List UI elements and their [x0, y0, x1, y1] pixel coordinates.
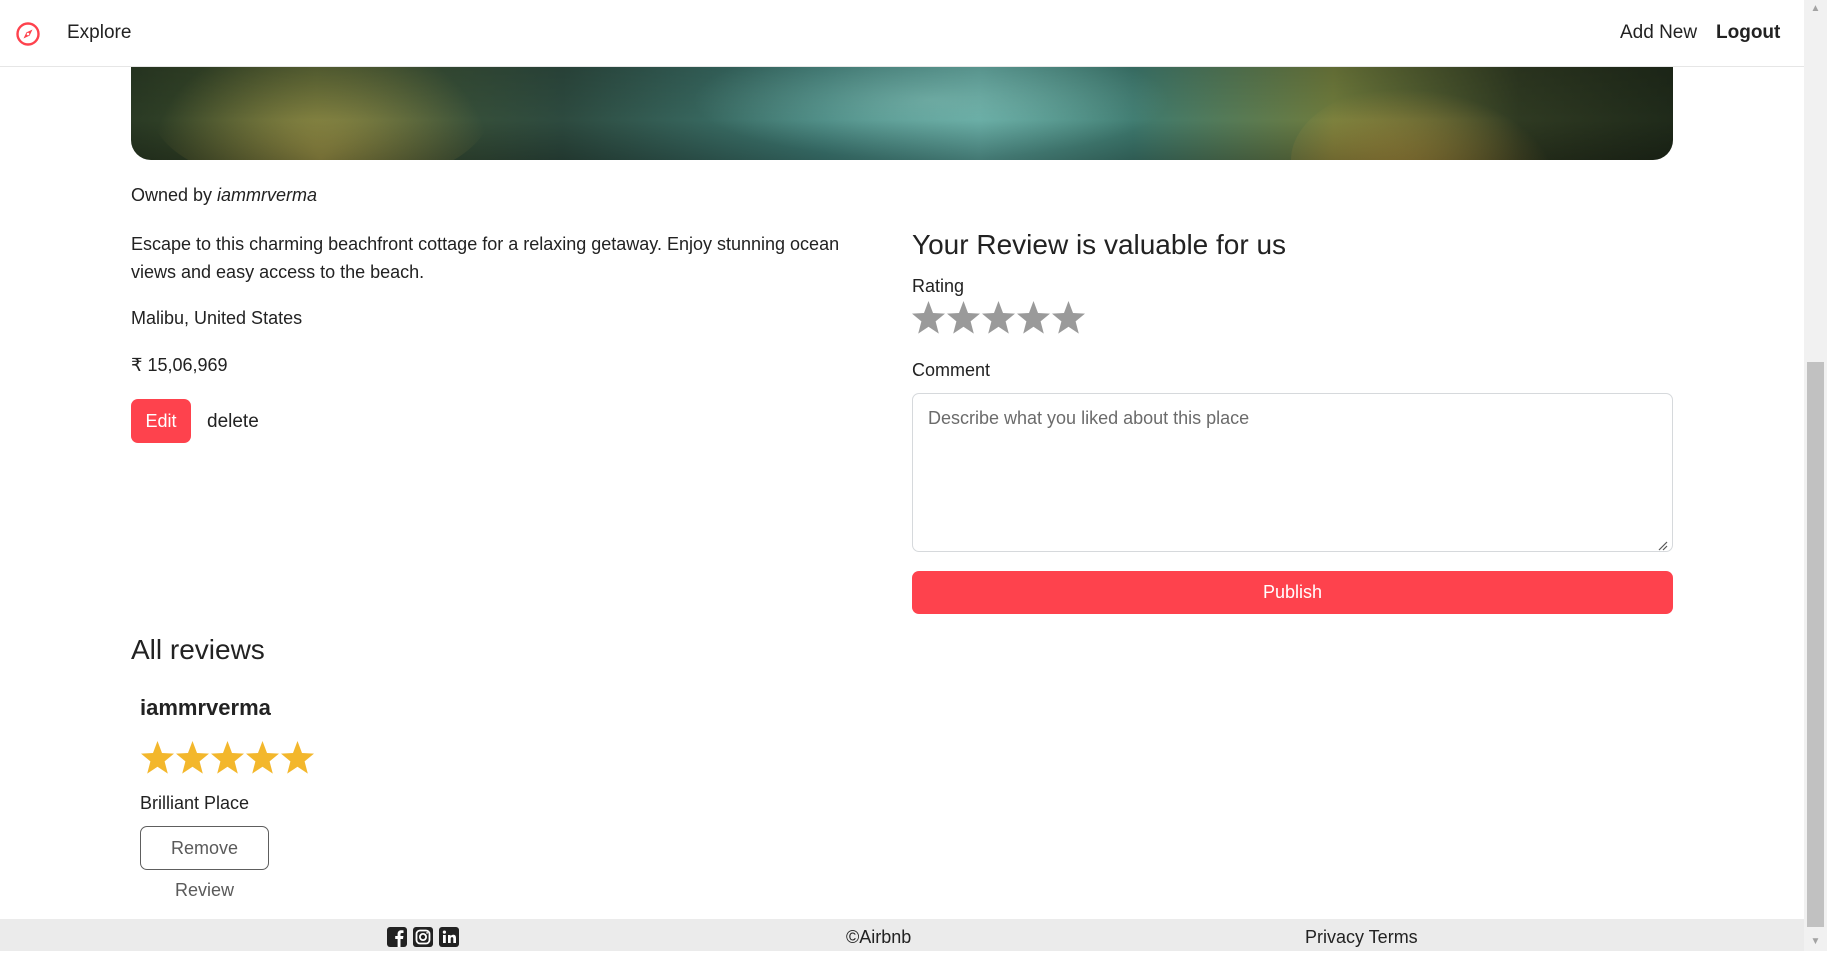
- star-icon: [245, 738, 280, 778]
- star-icon[interactable]: [946, 298, 981, 338]
- owner-line: Owned by iammrverma: [131, 185, 317, 206]
- review-comment: Brilliant Place: [140, 793, 250, 813]
- publish-button[interactable]: Publish: [912, 571, 1673, 614]
- instagram-icon[interactable]: [412, 926, 434, 948]
- resize-grip-icon[interactable]: [1656, 535, 1668, 551]
- star-icon[interactable]: [911, 298, 946, 338]
- comment-textarea[interactable]: Describe what you liked about this place: [912, 393, 1673, 552]
- page-scrollbar[interactable]: ▲ ▼: [1804, 0, 1827, 951]
- nav-add-new-link[interactable]: Add New: [1620, 22, 1697, 44]
- listing-description: Escape to this charming beachfront cotta…: [131, 234, 840, 282]
- remove-review-button[interactable]: Remove Review: [140, 826, 269, 900]
- comment-placeholder: Describe what you liked about this place: [928, 408, 1250, 428]
- owned-by-prefix: Owned by: [131, 185, 218, 205]
- owner-name: iammrverma: [217, 185, 318, 205]
- star-icon[interactable]: [1051, 298, 1086, 338]
- star-icon[interactable]: [981, 298, 1016, 338]
- privacy-terms-link[interactable]: Privacy Terms: [1305, 927, 1418, 948]
- rating-input[interactable]: [911, 298, 1086, 338]
- footer: ©Airbnb Privacy Terms: [0, 919, 1804, 951]
- compass-icon[interactable]: [14, 20, 42, 48]
- scroll-thumb[interactable]: [1807, 362, 1824, 927]
- copyright-text: ©Airbnb: [846, 927, 912, 947]
- linkedin-icon[interactable]: [438, 926, 460, 948]
- star-icon: [175, 738, 210, 778]
- star-icon: [210, 738, 245, 778]
- review-form-heading: Your Review is valuable for us: [912, 229, 1287, 260]
- nav-logout-link[interactable]: Logout: [1716, 22, 1780, 44]
- edit-button[interactable]: Edit: [131, 399, 191, 443]
- all-reviews-heading: All reviews: [131, 634, 265, 665]
- social-links: [386, 926, 460, 948]
- listing-location: Malibu, United States: [131, 308, 303, 328]
- review-author: iammrverma: [140, 695, 271, 720]
- scroll-down-arrow-icon[interactable]: ▼: [1804, 933, 1827, 951]
- rating-label: Rating: [912, 276, 965, 296]
- facebook-icon[interactable]: [386, 926, 408, 948]
- star-icon[interactable]: [1016, 298, 1051, 338]
- scroll-up-arrow-icon[interactable]: ▲: [1804, 0, 1827, 18]
- delete-button[interactable]: delete: [207, 411, 259, 433]
- review-rating: [140, 738, 315, 778]
- comment-label: Comment: [912, 360, 991, 380]
- listing-image: [131, 60, 1673, 160]
- navbar: Explore Add New Logout: [0, 0, 1804, 67]
- review-card: iammrverma Brilliant Place Remove Review: [140, 695, 440, 900]
- listing-price: ₹ 15,06,969: [131, 355, 228, 375]
- star-icon: [280, 738, 315, 778]
- nav-explore-link[interactable]: Explore: [67, 22, 131, 44]
- star-icon: [140, 738, 175, 778]
